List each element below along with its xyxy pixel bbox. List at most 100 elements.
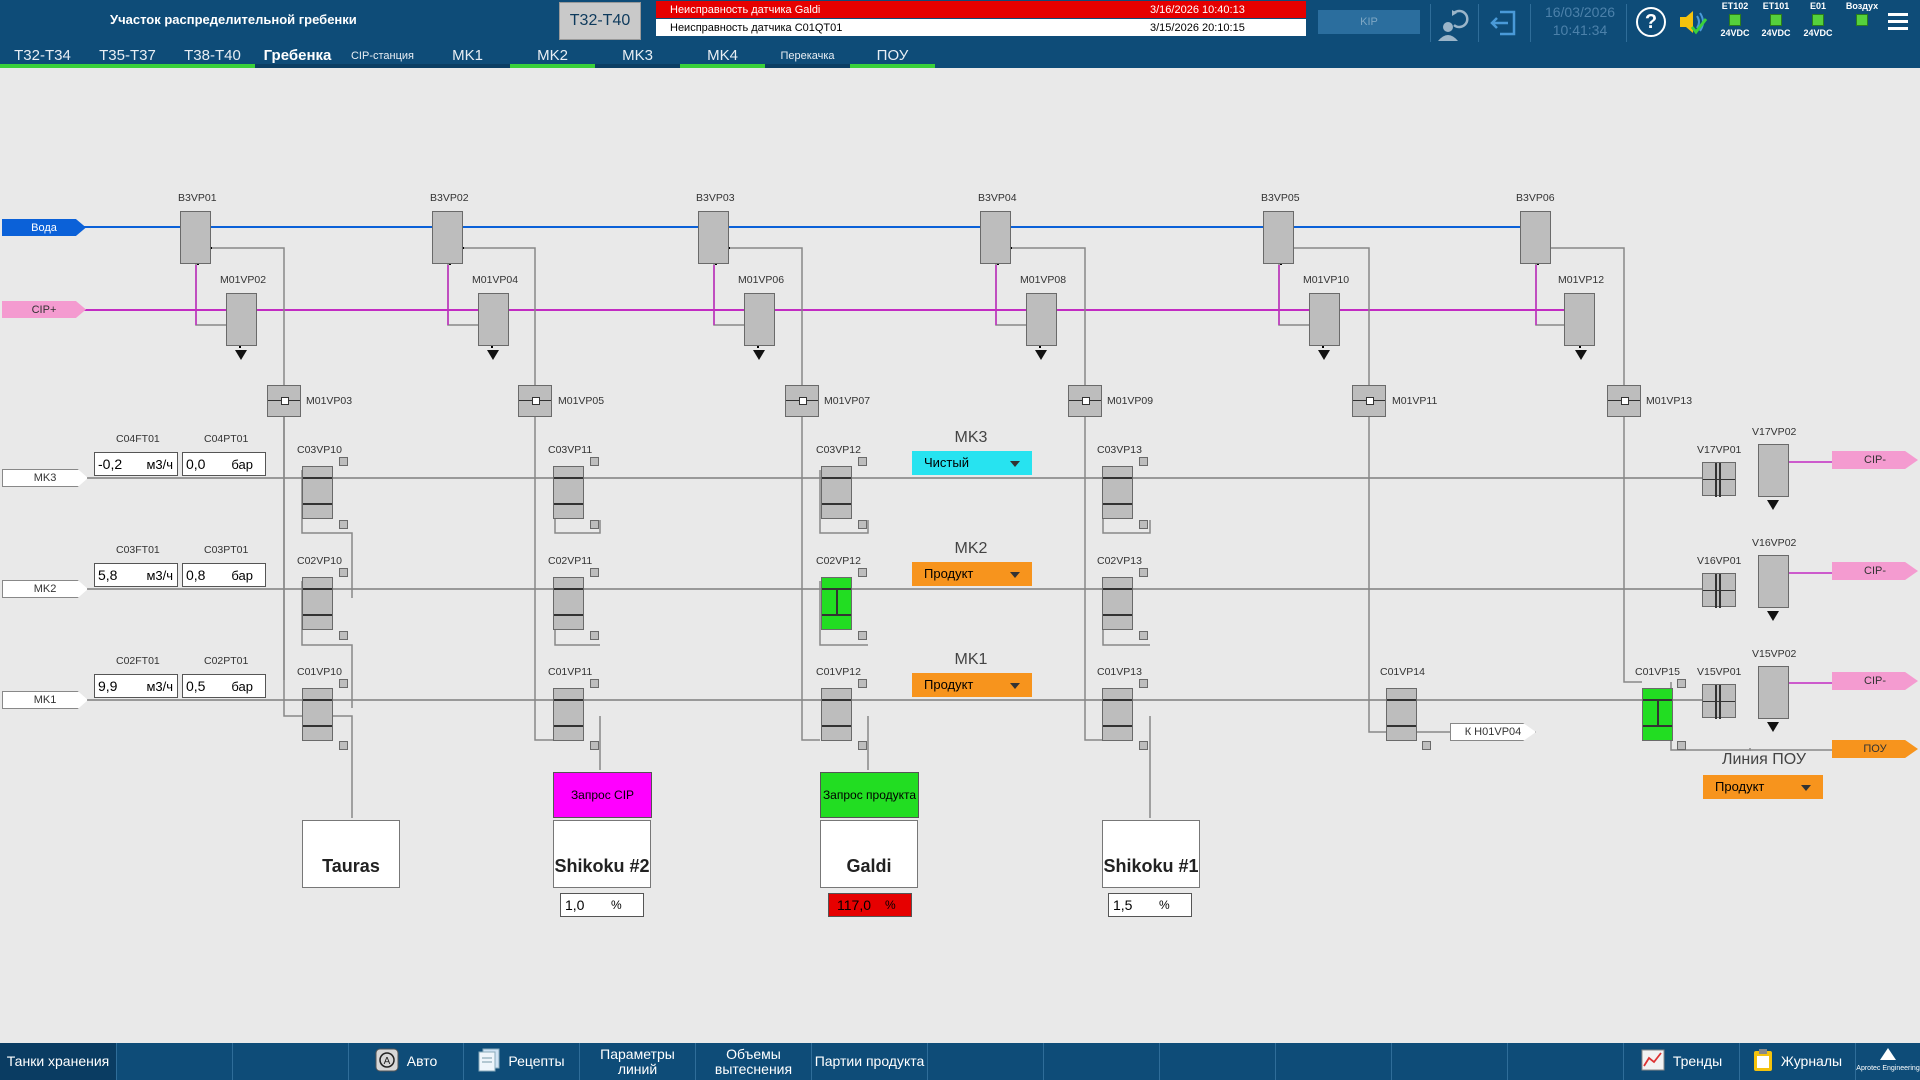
tank-galdi[interactable]: Galdi — [820, 820, 918, 888]
mk2-label: MK2 — [954, 540, 988, 557]
valve-c03vp11[interactable] — [553, 466, 584, 519]
tank-shikoku1[interactable]: Shikoku #1 — [1102, 820, 1200, 888]
journals-button[interactable]: Журналы — [1740, 1043, 1856, 1080]
mk3-label: MK3 — [954, 429, 988, 446]
mk1-label: MK1 — [954, 651, 988, 668]
flow-display-c03ft01[interactable]: 5,8 м3/ч — [94, 563, 178, 587]
flow-tag: C04FT01 — [116, 433, 160, 445]
valve-b3vp02[interactable] — [432, 211, 463, 264]
pressure-value: 0,5 — [186, 678, 206, 694]
valve-b3vp03[interactable] — [698, 211, 729, 264]
valve-v17vp02[interactable] — [1758, 444, 1789, 497]
product-batches-button[interactable]: Партии продукта — [812, 1043, 928, 1080]
trends-icon — [1641, 1049, 1665, 1074]
valve-c01vp12[interactable] — [821, 688, 852, 741]
source-cip-plus: CIP+ — [2, 301, 86, 318]
source-mk3: MK3 — [2, 469, 88, 487]
valve-tag: M01VP10 — [1303, 274, 1350, 286]
valve-c01vp13[interactable] — [1102, 688, 1133, 741]
valve-m01vp07[interactable] — [785, 385, 819, 417]
valve-m01vp10[interactable] — [1309, 293, 1340, 346]
pressure-unit: бар — [231, 457, 253, 472]
valve-tag: C02VP13 — [1097, 555, 1142, 567]
valve-v16vp02[interactable] — [1758, 555, 1789, 608]
displacement-volumes-button[interactable]: Объемы вытеснения — [696, 1043, 812, 1080]
request-product-galdi[interactable]: Запрос продукта — [820, 772, 919, 818]
valve-tag: B3VP04 — [978, 192, 1017, 204]
level-unit: % — [1159, 898, 1170, 912]
valve-m01vp13[interactable] — [1607, 385, 1641, 417]
tank-name: Tauras — [322, 856, 380, 876]
valve-m01vp03[interactable] — [267, 385, 301, 417]
valve-c02vp12[interactable] — [821, 577, 852, 630]
storage-tanks-button[interactable]: Танки хранения — [0, 1043, 117, 1080]
trends-button[interactable]: Тренды — [1624, 1043, 1740, 1080]
valve-m01vp02[interactable] — [226, 293, 257, 346]
request-cip-shikoku2[interactable]: Запрос CIP — [553, 772, 652, 818]
chevron-down-icon — [1801, 785, 1811, 791]
tank-shikoku2[interactable]: Shikoku #2 — [553, 820, 651, 888]
valve-b3vp01[interactable] — [180, 211, 211, 264]
valve-status-square — [590, 457, 599, 466]
tank-tauras[interactable]: Tauras — [302, 820, 400, 888]
valve-status-square — [858, 520, 867, 529]
valve-c01vp14[interactable] — [1386, 688, 1417, 741]
mk1-mode-select[interactable]: Продукт — [912, 673, 1032, 697]
valve-stems — [197, 247, 1581, 348]
mk2-mode-select[interactable]: Продукт — [912, 562, 1032, 586]
valve-tag: C02VP11 — [548, 555, 593, 567]
auto-button[interactable]: A Авто — [349, 1043, 464, 1080]
valve-c01vp10[interactable] — [302, 688, 333, 741]
valve-c01vp15[interactable] — [1642, 688, 1673, 741]
valve-tag: C01VP14 — [1380, 666, 1425, 678]
valve-tag: M01VP06 — [738, 274, 785, 286]
valve-m01vp09[interactable] — [1068, 385, 1102, 417]
valve-tag: C03VP10 — [297, 444, 342, 456]
footer-empty-slot — [117, 1043, 233, 1080]
pou-mode-select[interactable]: Продукт — [1703, 775, 1823, 799]
valve-status-square — [339, 679, 348, 688]
valve-v16vp01[interactable] — [1702, 573, 1736, 608]
level-value: 117,0 — [837, 897, 871, 913]
valve-status-square — [339, 568, 348, 577]
valve-tag: V16VP01 — [1697, 555, 1742, 567]
valve-m01vp08[interactable] — [1026, 293, 1057, 346]
recipes-button[interactable]: Рецепты — [464, 1043, 580, 1080]
pressure-display-c04pt01[interactable]: 0,0 бар — [182, 452, 266, 476]
flow-display-c02ft01[interactable]: 9,9 м3/ч — [94, 674, 178, 698]
valve-m01vp04[interactable] — [478, 293, 509, 346]
flow-display-c04ft01[interactable]: -0,2 м3/ч — [94, 452, 178, 476]
flow-unit: м3/ч — [146, 568, 173, 583]
valve-c03vp10[interactable] — [302, 466, 333, 519]
level-value: 1,0 — [565, 897, 585, 913]
level-unit: % — [611, 898, 622, 912]
valve-c02vp11[interactable] — [553, 577, 584, 630]
valve-v15vp01[interactable] — [1702, 684, 1736, 719]
valve-b3vp04[interactable] — [980, 211, 1011, 264]
valve-b3vp06[interactable] — [1520, 211, 1551, 264]
tank-name: Shikoku #1 — [1103, 856, 1199, 876]
pressure-value: 0,0 — [186, 456, 206, 472]
valve-c01vp11[interactable] — [553, 688, 584, 741]
valve-status-square — [590, 520, 599, 529]
valve-c02vp13[interactable] — [1102, 577, 1133, 630]
valve-c03vp12[interactable] — [821, 466, 852, 519]
valve-m01vp11[interactable] — [1352, 385, 1386, 417]
flow-value: 5,8 — [98, 567, 118, 583]
valve-v15vp02[interactable] — [1758, 666, 1789, 719]
valve-b3vp05[interactable] — [1263, 211, 1294, 264]
valve-c02vp10[interactable] — [302, 577, 333, 630]
pressure-display-c03pt01[interactable]: 0,8 бар — [182, 563, 266, 587]
valve-m01vp12[interactable] — [1564, 293, 1595, 346]
line-params-button[interactable]: Параметры линий — [580, 1043, 696, 1080]
valve-m01vp06[interactable] — [744, 293, 775, 346]
valve-status-square — [858, 631, 867, 640]
valve-status-square — [1677, 679, 1686, 688]
valve-c03vp13[interactable] — [1102, 466, 1133, 519]
pressure-tag: C02PT01 — [204, 655, 249, 667]
pressure-display-c02pt01[interactable]: 0,5 бар — [182, 674, 266, 698]
valve-m01vp05[interactable] — [518, 385, 552, 417]
mk3-mode-select[interactable]: Чистый — [912, 451, 1032, 475]
button-label: Танки хранения — [6, 1053, 110, 1069]
valve-v17vp01[interactable] — [1702, 462, 1736, 497]
